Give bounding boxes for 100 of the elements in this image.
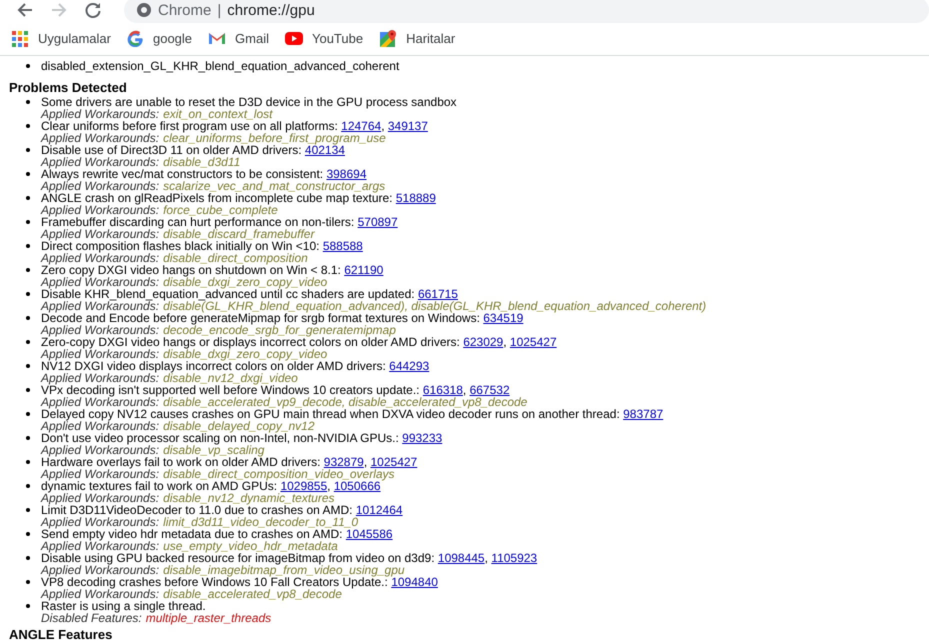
bug-link[interactable]: 644293 — [389, 359, 430, 373]
list-bullet — [26, 148, 30, 152]
bug-link[interactable]: 124764 — [341, 119, 382, 133]
workarounds-label: Applied Workarounds: — [41, 492, 160, 504]
bug-link[interactable]: 932879 — [324, 455, 364, 469]
bookmark-link[interactable]: Gmail — [206, 28, 271, 49]
problem-description: Send empty video hdr metadata due to crashes on AMD: 1045586 — [41, 528, 393, 540]
address-bar[interactable]: Chrome | chrome://gpu — [124, 0, 929, 23]
workarounds-label: Applied Workarounds: — [41, 300, 160, 312]
workarounds-label: Applied Workarounds: — [41, 252, 160, 264]
section-heading: ANGLE Features — [9, 628, 114, 641]
bug-link[interactable]: 588588 — [322, 239, 363, 253]
bookmark-link[interactable]: YouTube — [282, 28, 366, 49]
bug-link[interactable]: 993233 — [402, 431, 442, 445]
bug-link[interactable]: 1045586 — [346, 527, 393, 541]
list-bullet — [26, 100, 30, 104]
problem-description: VP8 decoding crashes before Windows 10 Fall Creators Update.: 1094840 — [41, 576, 438, 588]
workaround-name: disable_nv12_dxgi_video — [163, 372, 298, 384]
disabled-features-label: Disabled Features: — [41, 612, 142, 624]
workaround-name: disable_imagebitmap_from_video_using_gpu — [163, 564, 405, 576]
workaround-name: disable_dxgi_zero_copy_video — [163, 348, 328, 360]
play-button-icon — [284, 30, 303, 47]
bug-link[interactable]: 398694 — [326, 167, 366, 181]
site-info-icon[interactable] — [136, 2, 152, 18]
workarounds-label: Applied Workarounds: — [41, 156, 160, 168]
workaround-name: disable_discard_framebuffer — [163, 228, 314, 240]
bookmark-link[interactable]: Uygulamalar — [9, 28, 113, 50]
problem-description: Framebuffer discarding can hurt performance on non-tilers: 570897 — [41, 216, 398, 228]
problem-description: Clear uniforms before first program use on all platforms: 124764, 349137 — [41, 120, 428, 132]
bug-link[interactable]: 1098445 — [438, 551, 485, 565]
list-bullet — [26, 316, 30, 320]
bug-link[interactable]: 667532 — [470, 383, 510, 397]
bookmark-link[interactable]: google — [124, 28, 194, 49]
workaround-name: disable(GL_KHR_blend_equation_advanced), disable(GL_KHR_blend_equation_advanced_coherent) — [163, 300, 706, 312]
bug-link[interactable]: 1050666 — [334, 479, 381, 493]
workarounds-label: Applied Workarounds: — [41, 444, 160, 456]
workaround-name: use_empty_video_hdr_metadata — [163, 540, 338, 552]
list-bullet — [26, 268, 30, 272]
list-bullet — [26, 292, 30, 296]
bug-link[interactable]: 1025427 — [510, 335, 557, 349]
workarounds-label: Applied Workarounds: — [41, 204, 160, 216]
url-text: chrome://gpu — [227, 2, 315, 18]
list-bullet — [26, 412, 30, 416]
problem-description: Direct composition flashes black initially on Win <10: 588588 — [41, 240, 363, 252]
workarounds-label: Applied Workarounds: — [41, 348, 160, 360]
workaround-name: force_cube_complete — [163, 204, 278, 216]
problem-description: Decode and Encode before generateMipmap for srgb format textures on Windows: 634519 — [41, 312, 524, 324]
workarounds-label: Applied Workarounds: — [41, 108, 160, 120]
workarounds-label: Applied Workarounds: — [41, 420, 160, 432]
bookmark-link[interactable]: Haritalar — [377, 28, 458, 50]
workaround-name: decode_encode_srgb_for_generatemipmap — [163, 324, 396, 336]
bug-link[interactable]: 661715 — [418, 287, 458, 301]
workarounds-label: Applied Workarounds: — [41, 564, 160, 576]
workarounds-label: Applied Workarounds: — [41, 276, 160, 288]
workaround-name: disable_d3d11 — [163, 156, 240, 168]
workaround-name: disable_direct_composition_video_overlays — [163, 468, 395, 480]
bug-link[interactable]: 1029855 — [280, 479, 328, 493]
workarounds-label: Applied Workarounds: — [41, 588, 160, 600]
problem-description: Don't use video processor scaling on non-Intel, non-NVIDIA GPUs.: 993233 — [41, 432, 442, 444]
workarounds-label: Applied Workarounds: — [41, 228, 160, 240]
workaround-name: disable_accelerated_vp9_decode, disable_accelerated_vp8_decode — [163, 396, 528, 408]
workarounds-label: Applied Workarounds: — [41, 180, 160, 192]
disabled-feature-name: multiple_raster_threads — [146, 612, 272, 624]
problem-description: Disable using GPU backed resource for imageBitmap from video on d3d9: 1098445, 1105923 — [41, 552, 538, 564]
list-bullet — [26, 484, 30, 488]
bug-link[interactable]: 1025427 — [370, 455, 418, 469]
extension-name: disabled_extension_GL_KHR_blend_equation_advanced_coherent — [41, 60, 400, 72]
bug-link[interactable]: 402134 — [304, 143, 345, 157]
bug-link[interactable]: 518889 — [396, 191, 436, 205]
site-label: Chrome — [158, 2, 212, 18]
bug-link[interactable]: 349137 — [388, 119, 428, 133]
problem-description: Disable use of Direct3D 11 on older AMD drivers: 402134 — [41, 144, 345, 156]
bug-link[interactable]: 621190 — [344, 263, 384, 277]
problem-description: Some drivers are unable to reset the D3D device in the GPU process sandbox — [41, 96, 457, 108]
problem-description: ANGLE crash on glReadPixels from incomplete cube map texture: 518889 — [41, 192, 436, 204]
workarounds-label: Applied Workarounds: — [41, 132, 160, 144]
problem-description: Disable KHR_blend_equation_advanced until cc shaders are updated: 661715 — [41, 288, 459, 300]
bug-link[interactable]: 1105923 — [491, 551, 538, 565]
workaround-name: disable_vp_scaling — [163, 444, 264, 456]
list-bullet — [26, 580, 30, 584]
bug-link[interactable]: 634519 — [483, 311, 524, 325]
map-pin-icon — [379, 30, 398, 48]
bug-link[interactable]: 983787 — [623, 407, 664, 421]
workarounds-label: Applied Workarounds: — [41, 372, 160, 384]
bug-link[interactable]: 623029 — [463, 335, 504, 349]
workaround-name: disable_nv12_dynamic_textures — [163, 492, 335, 504]
bug-link[interactable]: 1094840 — [391, 575, 438, 589]
bug-link[interactable]: 1012464 — [356, 503, 403, 517]
problem-description: Zero-copy DXGI video hangs or displays incorrect colors on older AMD drivers: 623029, 1025427 — [41, 336, 557, 348]
problem-description: Hardware overlays fail to work on older AMD drivers: 932879, 1025427 — [41, 456, 418, 468]
list-bullet — [26, 172, 30, 176]
bug-link[interactable]: 570897 — [358, 215, 398, 229]
mail-envelope-icon — [208, 30, 226, 47]
list-bullet — [26, 364, 30, 368]
workaround-name: limit_d3d11_video_decoder_to_11_0 — [163, 516, 358, 528]
workaround-name: disable_direct_composition — [163, 252, 308, 264]
problem-description: Limit D3D11VideoDecoder to 11.0 due to crashes on AMD: 1012464 — [41, 504, 403, 516]
list-bullet — [26, 124, 30, 128]
bug-link[interactable]: 616318 — [422, 383, 463, 397]
workarounds-label: Applied Workarounds: — [41, 324, 160, 336]
